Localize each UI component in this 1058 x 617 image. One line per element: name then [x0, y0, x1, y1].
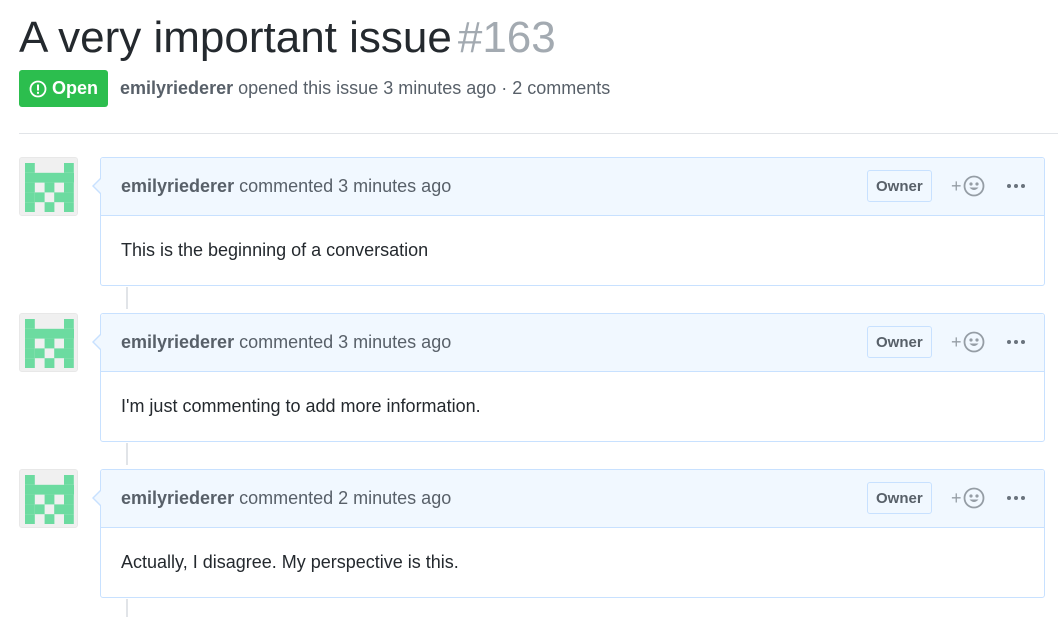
issue-meta: Open emilyriederer opened this issue 3 m… — [19, 70, 610, 107]
comment-timestamp[interactable]: commented 3 minutes ago — [239, 176, 451, 196]
issue-opened-text: opened this issue 3 minutes ago · 2 comm… — [238, 78, 611, 98]
issue-state-badge: Open — [19, 70, 109, 107]
comment-author-link[interactable]: emilyriederer — [121, 488, 234, 508]
owner-badge: Owner — [867, 170, 932, 202]
plus-icon: + — [951, 176, 962, 196]
kebab-horizontal-icon — [1007, 496, 1025, 500]
comment-author-link[interactable]: emilyriederer — [121, 332, 234, 352]
comment-header: emilyriederer commented 3 minutes ago Ow… — [101, 158, 1044, 216]
timeline-comment: emilyriederer commented 3 minutes ago Ow… — [19, 157, 1045, 288]
comment-box: emilyriederer commented 3 minutes ago Ow… — [92, 313, 1045, 442]
issue-opened-icon — [29, 80, 47, 98]
owner-badge: Owner — [867, 326, 932, 358]
smiley-icon — [963, 487, 984, 509]
more-options-button[interactable] — [1005, 488, 1027, 508]
comment-body: Actually, I disagree. My perspective is … — [121, 552, 459, 572]
timeline-comment: emilyriederer commented 3 minutes ago Ow… — [19, 313, 1045, 444]
comment-body: I'm just commenting to add more informat… — [121, 396, 481, 416]
comment-timestamp[interactable]: commented 2 minutes ago — [239, 488, 451, 508]
timeline-comment: emilyriederer commented 2 minutes ago Ow… — [19, 469, 1045, 600]
comment-header: emilyriederer commented 3 minutes ago Ow… — [101, 314, 1044, 372]
comment-box: emilyriederer commented 3 minutes ago Ow… — [92, 157, 1045, 286]
plus-icon: + — [951, 488, 962, 508]
issue-title-row: A very important issue #163 — [19, 10, 556, 66]
comment-header-text: emilyriederer commented 2 minutes ago — [121, 488, 451, 509]
timeline-connector — [126, 599, 128, 617]
more-options-button[interactable] — [1005, 332, 1027, 352]
timeline-connector — [126, 443, 128, 465]
timeline-connector — [126, 287, 128, 309]
issue-state-label: Open — [52, 78, 99, 98]
avatar[interactable] — [19, 157, 78, 216]
comment-body: This is the beginning of a conversation — [121, 240, 429, 260]
avatar[interactable] — [19, 469, 78, 528]
comment-header-text: emilyriederer commented 3 minutes ago — [121, 176, 451, 197]
issue-number: #163 — [457, 13, 556, 62]
header-divider — [19, 133, 1058, 134]
issue-meta-text: emilyriederer opened this issue 3 minute… — [120, 78, 610, 99]
avatar[interactable] — [19, 313, 78, 372]
owner-badge: Owner — [867, 482, 932, 514]
identicon-avatar — [25, 475, 74, 524]
add-reaction-button[interactable]: + — [951, 174, 985, 198]
comment-header: emilyriederer commented 2 minutes ago Ow… — [101, 470, 1044, 528]
comment-timestamp[interactable]: commented 3 minutes ago — [239, 332, 451, 352]
smiley-icon — [963, 331, 984, 353]
comment-author-link[interactable]: emilyriederer — [121, 176, 234, 196]
issue-title: A very important issue — [19, 13, 452, 62]
add-reaction-button[interactable]: + — [951, 330, 985, 354]
comment-header-text: emilyriederer commented 3 minutes ago — [121, 332, 451, 353]
kebab-horizontal-icon — [1007, 340, 1025, 344]
identicon-avatar — [25, 319, 74, 368]
add-reaction-button[interactable]: + — [951, 486, 985, 510]
more-options-button[interactable] — [1005, 176, 1027, 196]
identicon-avatar — [25, 163, 74, 212]
kebab-horizontal-icon — [1007, 184, 1025, 188]
smiley-icon — [963, 175, 984, 197]
issue-author-link[interactable]: emilyriederer — [120, 78, 233, 98]
plus-icon: + — [951, 332, 962, 352]
comment-box: emilyriederer commented 2 minutes ago Ow… — [92, 469, 1045, 598]
